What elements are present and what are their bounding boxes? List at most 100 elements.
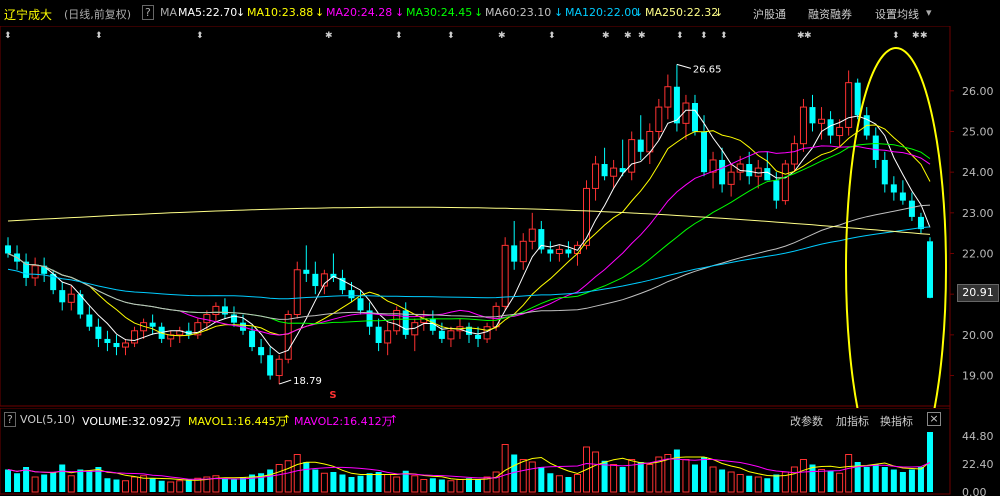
y-tick-label: 20.00: [962, 329, 994, 342]
volume-bar: [565, 477, 572, 492]
volume-bar: [673, 449, 680, 492]
volume-bar: [475, 479, 482, 492]
volume-bar: [131, 476, 139, 493]
volume-bar: [881, 467, 888, 492]
volume-bar: [555, 475, 563, 493]
candle-body: [601, 164, 608, 177]
ma30-line: [7, 142, 931, 325]
candle-body: [511, 245, 518, 262]
ma30-value: MA30:24.45: [406, 6, 473, 19]
volume-bar: [113, 479, 120, 492]
arrow-down-icon: ↓: [474, 6, 484, 19]
candle-body: [727, 171, 735, 185]
event-marker-icon: ⬍: [395, 31, 403, 41]
candle-body: [375, 326, 382, 343]
volume-bar: [185, 479, 192, 492]
volume-bar: [357, 475, 364, 492]
volume-bar: [701, 457, 708, 492]
volume-bar: [709, 466, 717, 493]
dropdown-icon[interactable]: ▾: [926, 6, 932, 19]
volume-bar: [267, 469, 274, 492]
volume-bar: [827, 470, 834, 492]
volume-bar: [466, 478, 472, 492]
candle-body: [212, 305, 220, 316]
candle-body: [31, 265, 39, 279]
volume-bar: [818, 469, 826, 493]
volume-tick-label: 22.40: [962, 458, 994, 471]
volume-bar: [122, 480, 130, 493]
volume-bar: [14, 473, 21, 492]
volume-bar: [393, 476, 401, 493]
help-icon[interactable]: ?: [142, 5, 154, 20]
candle-body: [122, 342, 130, 348]
volume-bar: [320, 472, 328, 493]
y-tick-label: 26.00: [962, 85, 994, 98]
price-chart[interactable]: 26.0025.0024.0023.0022.0021.0020.0019.00…: [0, 26, 1000, 408]
arrow-down-icon: ↓: [236, 6, 246, 19]
stock-name[interactable]: 辽宁成大: [4, 6, 52, 23]
ma120-value: MA120:22.00: [565, 6, 639, 19]
candle-body: [249, 330, 256, 348]
ma120-line: [7, 226, 931, 300]
arrow-down-icon: ↓: [315, 6, 325, 19]
ma20-value: MA20:24.28: [326, 6, 393, 19]
s-marker: S: [329, 390, 336, 401]
candle-body: [565, 249, 572, 254]
candle-body: [781, 163, 789, 202]
candle-body: [258, 347, 265, 356]
candle-body: [303, 269, 310, 274]
ma250-line: [7, 206, 931, 235]
event-marker-icon: ⬍: [95, 31, 103, 41]
volume-tick-label: 44.80: [962, 430, 994, 443]
event-marker-icon: ✱: [920, 31, 928, 41]
volume-bar: [384, 474, 392, 493]
candle-body: [149, 322, 156, 327]
candle-body: [773, 180, 780, 201]
volume-bar: [284, 460, 292, 493]
arrow-down-icon: ↓: [634, 6, 644, 19]
candle-body: [483, 326, 491, 340]
volume-bar: [872, 464, 879, 492]
volume-bar: [519, 459, 527, 493]
volume-bar: [86, 470, 93, 492]
y-tick-label: 24.00: [962, 166, 994, 179]
volume-bar: [646, 464, 654, 493]
volume-bar: [456, 479, 464, 493]
current-price-tag: 20.91: [957, 284, 999, 302]
candle-body: [746, 164, 753, 177]
volume-bar: [863, 467, 870, 492]
volume-bar: [592, 451, 600, 493]
volume-bar: [547, 473, 554, 492]
candle-body: [637, 139, 644, 152]
candle-body: [95, 326, 102, 339]
candle-body: [312, 273, 319, 287]
rzrq-button[interactable]: 融资融券: [808, 6, 852, 22]
volume-bar: [348, 477, 355, 492]
candle-body: [528, 228, 536, 242]
set-ma-button[interactable]: 设置均线: [875, 6, 919, 22]
volume-chart[interactable]: 44.80 22.40 0.00: [0, 408, 1000, 496]
volume-bar: [917, 467, 924, 492]
volume-bar: [293, 454, 301, 493]
volume-bar: [501, 444, 509, 493]
candle-body: [646, 130, 654, 153]
volume-bar: [764, 478, 771, 492]
volume-bar: [339, 474, 346, 492]
event-marker-icon: ✱: [638, 31, 646, 41]
candle-body: [86, 314, 93, 327]
candle-body: [583, 187, 591, 246]
ma60-value: MA60:23.10: [485, 6, 552, 19]
candle-body: [899, 192, 906, 201]
candle-body: [538, 229, 545, 250]
volume-bar: [637, 462, 644, 492]
candle-body: [293, 269, 301, 316]
event-marker-icon: ⬍: [447, 31, 455, 41]
event-marker-icon: ✱: [498, 31, 506, 41]
volume-bar: [773, 474, 780, 492]
volume-bar: [50, 472, 57, 492]
hgt-button[interactable]: 沪股通: [753, 6, 786, 22]
volume-bar: [754, 476, 762, 493]
candle-body: [284, 314, 292, 360]
volume-bar: [31, 476, 39, 493]
candle-body: [104, 338, 111, 343]
